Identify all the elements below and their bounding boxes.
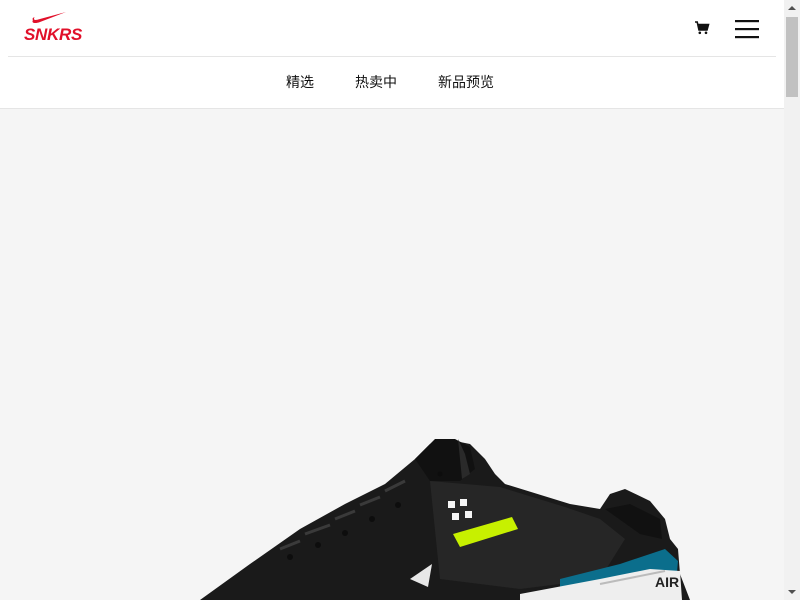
svg-text:AIR: AIR [655, 574, 679, 590]
tab-featured[interactable]: 精选 [286, 73, 314, 93]
snkrs-logo[interactable]: SNKRS [24, 10, 82, 48]
site-header: SNKRS [0, 0, 784, 57]
shopping-cart-icon[interactable] [694, 20, 710, 36]
vertical-scrollbar[interactable] [784, 0, 800, 600]
tab-in-stock[interactable]: 热卖中 [355, 73, 397, 93]
logo-text: SNKRS [24, 25, 83, 44]
nike-swoosh-icon [32, 12, 66, 24]
category-nav: 精选 热卖中 新品预览 [0, 57, 784, 109]
tab-upcoming[interactable]: 新品预览 [438, 73, 494, 93]
scrollbar-thumb[interactable] [786, 17, 798, 97]
hero-product-card[interactable]: AIR [0, 109, 784, 600]
hamburger-menu-icon[interactable] [735, 18, 759, 40]
sneaker-product-image: AIR [200, 439, 690, 600]
snkrs-page: SNKRS 精选 热卖中 新品预览 AIR [0, 0, 784, 600]
scroll-up-arrow-icon[interactable] [784, 0, 800, 16]
scroll-down-arrow-icon[interactable] [784, 584, 800, 600]
